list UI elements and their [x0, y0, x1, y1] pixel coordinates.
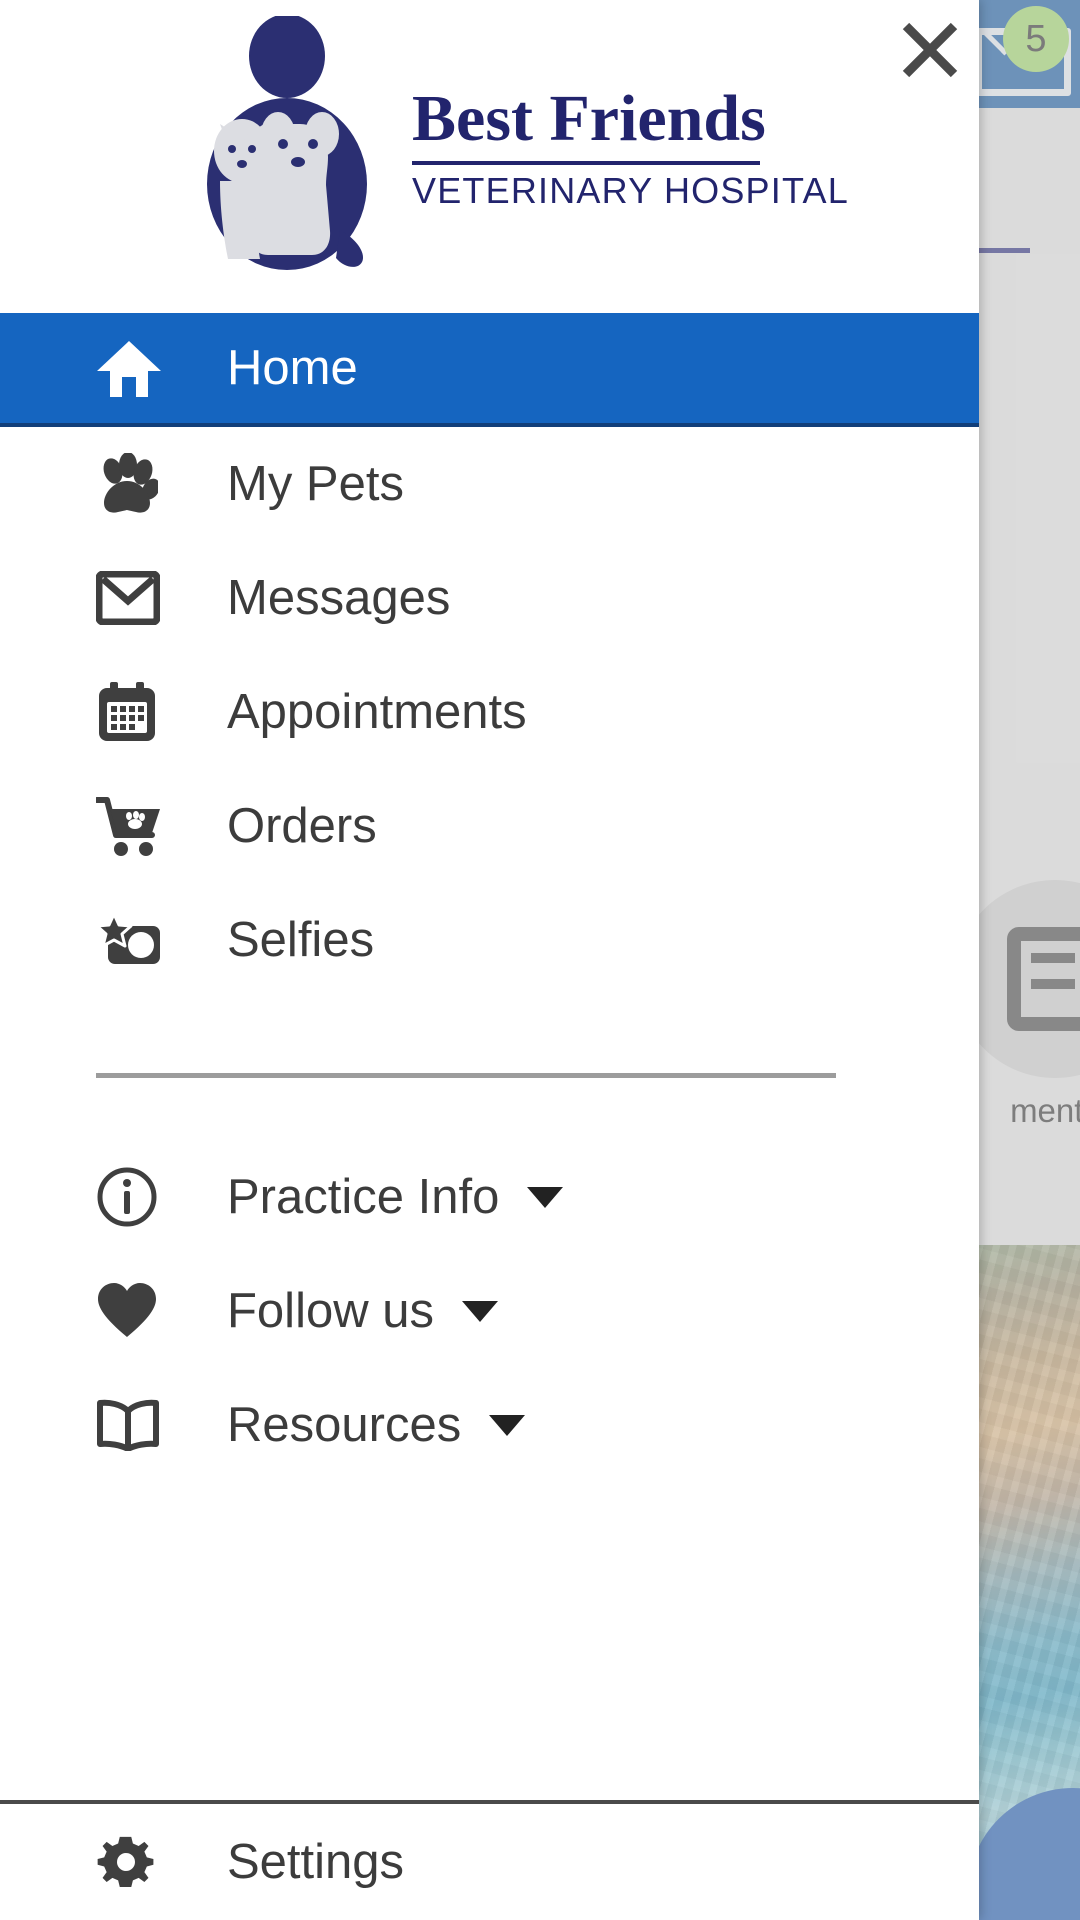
primary-menu-group: Home My Pets Messages Appointments Order…	[0, 313, 979, 997]
menu-item-settings[interactable]: Settings	[0, 1804, 979, 1920]
home-icon	[96, 336, 162, 402]
menu-item-label: Practice Info	[227, 1169, 500, 1224]
menu-item-label: Orders	[227, 798, 377, 853]
brand-logo: Best Friends VETERINARY HOSPITAL	[190, 8, 849, 273]
appointments-icon	[1007, 927, 1080, 1031]
chevron-down-icon[interactable]	[527, 1186, 564, 1208]
menu-item-practice-info[interactable]: Practice Info	[0, 1140, 979, 1254]
menu-item-label: Selfies	[227, 912, 375, 967]
brand-text: Best Friends VETERINARY HOSPITAL	[412, 82, 849, 211]
unread-count-badge: 5	[1003, 6, 1069, 72]
camera-star-icon	[96, 907, 162, 973]
drawer-footer: Settings	[0, 1800, 979, 1920]
book-icon	[96, 1392, 162, 1458]
gear-icon	[96, 1829, 162, 1895]
shopping-cart-paw-icon	[96, 793, 162, 859]
best-friends-logo-mark	[190, 16, 385, 271]
menu-item-label: Resources	[227, 1397, 462, 1452]
menu-item-label: My Pets	[227, 456, 404, 511]
menu-item-selfies[interactable]: Selfies	[0, 883, 979, 997]
menu-item-label: Messages	[227, 570, 451, 625]
menu-item-home[interactable]: Home	[0, 313, 979, 427]
navigation-drawer: Best Friends VETERINARY HOSPITAL Home My…	[0, 0, 979, 1920]
mail-icon	[96, 565, 162, 631]
calendar-icon	[96, 679, 162, 745]
tile-label: ments	[1010, 1092, 1080, 1129]
info-circle-icon	[96, 1164, 162, 1230]
menu-item-follow-us[interactable]: Follow us	[0, 1254, 979, 1368]
menu-item-my-pets[interactable]: My Pets	[0, 427, 979, 541]
menu-item-label: Appointments	[227, 684, 527, 739]
menu-item-resources[interactable]: Resources	[0, 1368, 979, 1482]
chevron-down-icon[interactable]	[461, 1300, 498, 1322]
menu-item-messages[interactable]: Messages	[0, 541, 979, 655]
paw-icon	[96, 451, 162, 517]
menu-item-label: Follow us	[227, 1283, 434, 1338]
brand-subtitle: VETERINARY HOSPITAL	[412, 170, 849, 211]
brand-title: Best Friends	[412, 82, 766, 155]
secondary-menu-group: Practice Info Follow us Resources	[0, 1078, 979, 1482]
brand-rule	[412, 161, 760, 165]
menu-item-label: Home	[227, 341, 358, 395]
app-screen: 5 s L ments	[0, 0, 1080, 1920]
heart-icon	[96, 1278, 162, 1344]
close-icon[interactable]	[892, 12, 968, 88]
chevron-down-icon[interactable]	[489, 1414, 526, 1436]
drawer-menu-scroll[interactable]: Home My Pets Messages Appointments Order…	[0, 313, 979, 1800]
menu-item-orders[interactable]: Orders	[0, 769, 979, 883]
menu-item-label: Settings	[227, 1834, 405, 1889]
drawer-header: Best Friends VETERINARY HOSPITAL	[0, 0, 979, 313]
menu-item-appointments[interactable]: Appointments	[0, 655, 979, 769]
